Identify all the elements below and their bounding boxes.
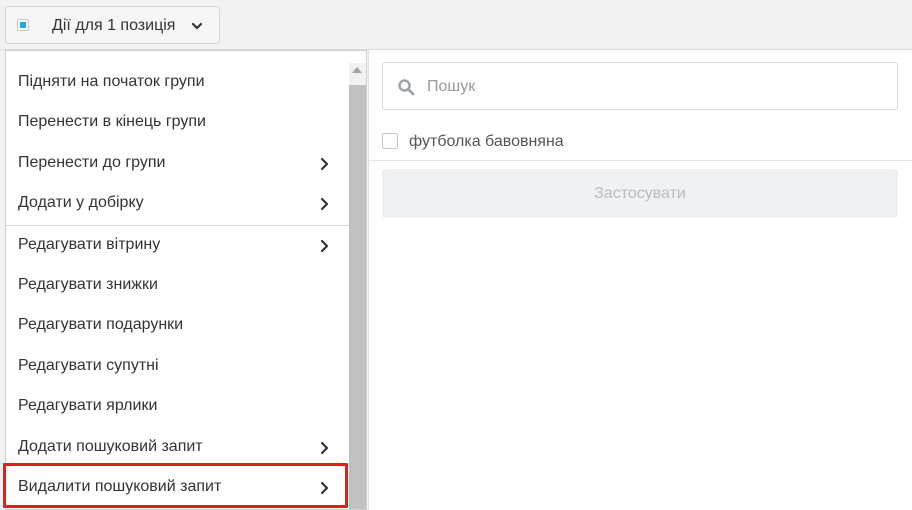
- menu-item-edit-labels[interactable]: Редагувати ярлики: [6, 387, 349, 427]
- menu-item-edit-showcase[interactable]: Редагувати вітрину: [6, 226, 349, 266]
- chevron-right-icon: [320, 198, 329, 211]
- chevron-right-icon: [320, 239, 329, 252]
- menu-item-label: Редагувати знижки: [18, 275, 158, 293]
- menu-item-label: Перенести в кінець групи: [18, 113, 206, 131]
- menu-item-edit-discounts[interactable]: Редагувати знижки: [6, 266, 349, 306]
- search-icon: [398, 79, 415, 96]
- scroll-up-arrow-icon[interactable]: [352, 67, 362, 73]
- search-box[interactable]: [382, 62, 898, 110]
- query-option-label: футболка бавовняна: [409, 133, 564, 150]
- menu-scrollbar[interactable]: [349, 63, 366, 509]
- menu-item-label: Перенести до групи: [18, 153, 166, 171]
- chevron-down-icon: [191, 22, 203, 30]
- menu-item-label: Додати пошуковий запит: [18, 437, 203, 455]
- panel-divider: [369, 160, 912, 161]
- partial-selection-indicator: [20, 22, 26, 28]
- menu-item-add-to-collection[interactable]: Додати у добірку: [6, 184, 349, 224]
- menu-item-add-search-query[interactable]: Додати пошуковий запит: [6, 428, 349, 468]
- chevron-right-icon: [320, 157, 329, 170]
- menu-item-label: Редагувати подарунки: [18, 316, 184, 334]
- toolbar: Дії для 1 позиція: [0, 0, 912, 50]
- menu-item-move-to-group[interactable]: Перенести до групи: [6, 144, 349, 184]
- menu-item-move-to-end[interactable]: Перенести в кінець групи: [6, 103, 349, 143]
- menu-item-label: Редагувати супутні: [18, 356, 159, 374]
- scrollbar-thumb[interactable]: [349, 85, 366, 509]
- chevron-right-icon: [320, 441, 329, 454]
- menu-item-edit-related[interactable]: Редагувати супутні: [6, 347, 349, 387]
- menu-item-label: Редагувати вітрину: [18, 235, 161, 253]
- menu-item-edit-gifts[interactable]: Редагувати подарунки: [6, 306, 349, 346]
- menu-list: Підняти на початок групи Перенести в кін…: [6, 63, 349, 508]
- bulk-actions-menu: Підняти на початок групи Перенести в кін…: [5, 50, 367, 510]
- select-all-checkbox[interactable]: [17, 19, 29, 31]
- menu-item-label: Редагувати ярлики: [18, 397, 158, 415]
- apply-button[interactable]: Застосувати: [382, 169, 898, 218]
- query-option-checkbox[interactable]: [382, 133, 398, 149]
- menu-item-move-to-top[interactable]: Підняти на початок групи: [6, 63, 349, 103]
- bulk-actions-label: Дії для 1 позиція: [52, 17, 176, 34]
- submenu-panel: футболка бавовняна Застосувати: [368, 50, 912, 510]
- highlight-box: [3, 463, 348, 508]
- menu-item-label: Підняти на початок групи: [18, 73, 205, 90]
- search-input[interactable]: [425, 73, 889, 101]
- menu-item-label: Додати у добірку: [18, 194, 144, 212]
- bulk-actions-button[interactable]: Дії для 1 позиція: [5, 6, 220, 44]
